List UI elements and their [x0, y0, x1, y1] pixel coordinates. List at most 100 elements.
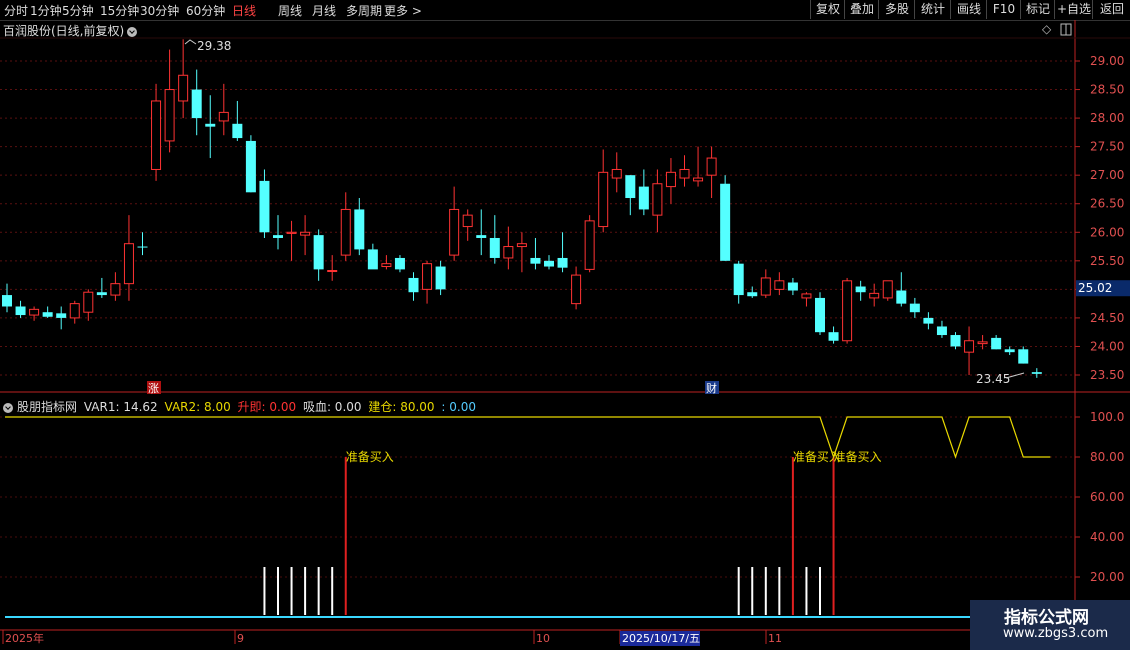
var1-label: VAR1: 14.62 [83, 400, 158, 414]
current-price-label: 25.02 [1078, 281, 1112, 295]
buy-signal-label: 准备买入 [834, 450, 882, 464]
indicator-tick-label: 80.00 [1090, 450, 1124, 464]
indicator-header: 股朋指标网 VAR1: 14.62 VAR2: 8.00 升即: 0.00 吸血… [3, 398, 479, 415]
jiancang-label: 建仓: 80.00 [368, 400, 435, 414]
date-tick-label: 11 [768, 632, 782, 645]
candle-body [340, 208, 351, 256]
candle-body [218, 111, 229, 122]
candle-body [720, 183, 731, 261]
candle-body [909, 303, 920, 313]
candle-body [381, 263, 392, 268]
candle-body [327, 270, 338, 273]
candle-body [869, 292, 880, 299]
candle-body [760, 277, 771, 296]
date-tick-label: 10 [536, 632, 550, 645]
candle-body [625, 175, 636, 199]
indicator-tick-label: 40.00 [1090, 530, 1124, 544]
indicator-tick-label: 100.0 [1090, 410, 1124, 424]
price-tick-label: 26.50 [1090, 197, 1124, 211]
price-tick-label: 24.00 [1090, 339, 1124, 353]
candle-body [638, 186, 649, 210]
indicator-tick-label: 20.00 [1090, 570, 1124, 584]
candle-body [530, 257, 541, 264]
candle-body [96, 292, 107, 296]
candle-body [679, 168, 690, 179]
candle-body [652, 183, 663, 216]
buy-signal-label: 准备买入 [346, 450, 394, 464]
price-tick-label: 23.50 [1090, 368, 1124, 382]
candle-body [42, 312, 53, 317]
candle-body [950, 335, 961, 347]
candle-body [503, 246, 514, 259]
candle-body [137, 246, 148, 248]
watermark-title: 指标公式网 [1004, 608, 1089, 628]
candle-body [110, 283, 121, 296]
candle-body [367, 249, 378, 270]
candle-body [598, 171, 609, 228]
candle-body [83, 291, 94, 313]
candle-body [747, 292, 758, 297]
candle-body [787, 282, 798, 291]
kline-chart[interactable]: 29.00 28.50 28.00 27.50 27.00 26.50 26.00 25.50… [0, 0, 1130, 650]
indicator-name: 股朋指标网 [17, 400, 78, 414]
candle-body [964, 340, 975, 353]
candle-body [828, 332, 839, 341]
watermark-url: www.zbgs3.com [1003, 626, 1109, 641]
candle-body [923, 317, 934, 324]
candle-body [977, 341, 988, 345]
price-tick-label: 29.00 [1090, 54, 1124, 68]
candle-body [56, 313, 67, 318]
candle-body [313, 235, 324, 270]
candle-body [394, 257, 405, 270]
candle-body [2, 295, 12, 307]
candle-body [435, 266, 446, 290]
candle-body [557, 257, 568, 268]
zhang-marker: 涨 [148, 382, 159, 395]
candle-body [1018, 349, 1029, 364]
candle-body [693, 177, 704, 182]
jiancang-line [5, 416, 1051, 459]
candle-body [191, 89, 202, 119]
price-tick-label: 24.50 [1090, 311, 1124, 325]
extra-label: : 0.00 [441, 400, 476, 414]
date-tick-label: 9 [237, 632, 244, 645]
diamond-icon: ◇ [1042, 22, 1052, 36]
candle-body [815, 297, 825, 333]
candle-body [354, 209, 365, 250]
candle-body [300, 231, 311, 236]
high-marker-arrow [184, 39, 197, 45]
candle-body [584, 220, 595, 270]
candle-body [774, 280, 785, 290]
candle-body [733, 263, 744, 296]
candle-body [882, 280, 893, 299]
price-tick-label: 27.50 [1090, 140, 1124, 154]
crosshair-date-label: 2025/10/17/五 [622, 632, 700, 645]
high-price-label: 29.38 [197, 39, 231, 53]
candle-body [232, 123, 243, 139]
candle-body [123, 243, 134, 285]
candle-body [489, 237, 500, 258]
candle-body [164, 89, 175, 142]
candle-body [245, 140, 256, 193]
candle-body [29, 308, 40, 316]
candle-body [1004, 349, 1015, 353]
candle-body [151, 100, 162, 170]
candle-body [462, 214, 473, 228]
candle-body [706, 157, 717, 176]
price-tick-label: 28.50 [1090, 83, 1124, 97]
candle-body [801, 293, 812, 299]
price-tick-label: 27.00 [1090, 168, 1124, 182]
xixue-label: 吸血: 0.00 [302, 400, 362, 414]
candle-body [842, 280, 853, 342]
candle-body [449, 208, 460, 256]
price-tick-label: 28.00 [1090, 111, 1124, 125]
candle-body [611, 168, 622, 179]
cai-marker: 财 [706, 381, 717, 395]
chevron-down-icon[interactable] [3, 402, 13, 413]
candle-body [205, 123, 216, 127]
candle-body [544, 260, 554, 267]
var2-label: VAR2: 8.00 [164, 400, 231, 414]
candle-body [15, 306, 26, 316]
candle-body [991, 337, 1002, 350]
candle-body [855, 286, 866, 293]
